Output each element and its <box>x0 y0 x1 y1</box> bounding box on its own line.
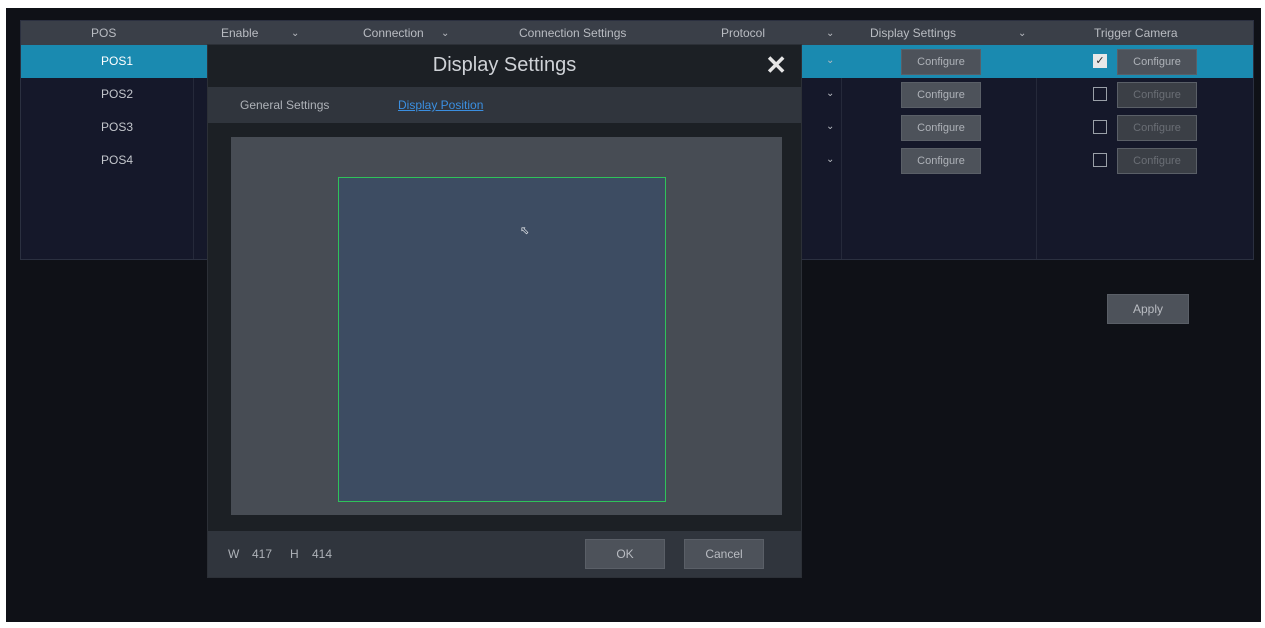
trigger-configure-button: Configure <box>1117 82 1197 108</box>
ok-button[interactable]: OK <box>585 539 665 569</box>
trigger-configure-button: Configure <box>1117 115 1197 141</box>
display-configure-button[interactable]: Configure <box>901 49 981 75</box>
header-trigger-camera: Trigger Camera <box>1094 26 1178 40</box>
dialog-title: Display Settings <box>432 54 577 76</box>
mouse-cursor-icon: ⬁ <box>520 225 530 237</box>
position-canvas[interactable]: ⬁ <box>231 137 782 515</box>
apply-button[interactable]: Apply <box>1107 294 1189 324</box>
tab-display-position[interactable]: Display Position <box>398 98 483 112</box>
header-protocol: Protocol <box>721 26 766 40</box>
header-connection: Connection <box>363 26 424 40</box>
row-pos-name: POS2 <box>101 87 134 101</box>
trigger-configure-button[interactable]: Configure <box>1117 49 1197 75</box>
table-header: POS Enable ⌄ Connection ⌄ Connection Set… <box>21 21 1253 45</box>
display-configure-button[interactable]: Configure <box>901 148 981 174</box>
header-display-settings: Display Settings <box>870 26 957 40</box>
width-label: W <box>228 547 240 561</box>
trigger-camera-checkbox[interactable]: ✓ <box>1093 54 1107 68</box>
chevron-down-icon[interactable]: ⌄ <box>826 88 834 99</box>
row-pos-name: POS1 <box>101 54 134 68</box>
row-pos-name: POS3 <box>101 120 134 134</box>
dialog-footer: W 417 H 414 OK Cancel <box>208 531 801 577</box>
display-configure-button[interactable]: Configure <box>901 82 981 108</box>
cancel-button[interactable]: Cancel <box>684 539 764 569</box>
display-settings-dialog: Display Settings ✕ General Settings Disp… <box>207 44 802 578</box>
header-connection-settings: Connection Settings <box>519 26 627 40</box>
chevron-down-icon[interactable]: ⌄ <box>826 28 834 39</box>
display-region-box[interactable]: ⬁ <box>338 177 666 502</box>
dialog-tabs: General Settings Display Position <box>208 87 801 123</box>
pos-settings-app: POS Enable ⌄ Connection ⌄ Connection Set… <box>6 8 1261 622</box>
header-pos: POS <box>91 26 117 40</box>
chevron-down-icon[interactable]: ⌄ <box>1018 28 1026 39</box>
chevron-down-icon[interactable]: ⌄ <box>826 55 834 66</box>
width-value: 417 <box>252 547 273 561</box>
trigger-camera-checkbox[interactable] <box>1093 87 1107 101</box>
tab-general-settings[interactable]: General Settings <box>240 98 329 112</box>
close-icon[interactable]: ✕ <box>765 50 787 81</box>
display-configure-button[interactable]: Configure <box>901 115 981 141</box>
dialog-title-bar: Display Settings ✕ <box>208 45 801 87</box>
height-value: 414 <box>312 547 333 561</box>
chevron-down-icon[interactable]: ⌄ <box>826 121 834 132</box>
row-pos-name: POS4 <box>101 153 134 167</box>
trigger-camera-checkbox[interactable] <box>1093 120 1107 134</box>
chevron-down-icon[interactable]: ⌄ <box>441 28 449 39</box>
trigger-camera-checkbox[interactable] <box>1093 153 1107 167</box>
chevron-down-icon[interactable]: ⌄ <box>826 154 834 165</box>
chevron-down-icon[interactable]: ⌄ <box>291 28 299 39</box>
header-enable: Enable <box>221 26 259 40</box>
height-label: H <box>290 547 299 561</box>
trigger-configure-button: Configure <box>1117 148 1197 174</box>
